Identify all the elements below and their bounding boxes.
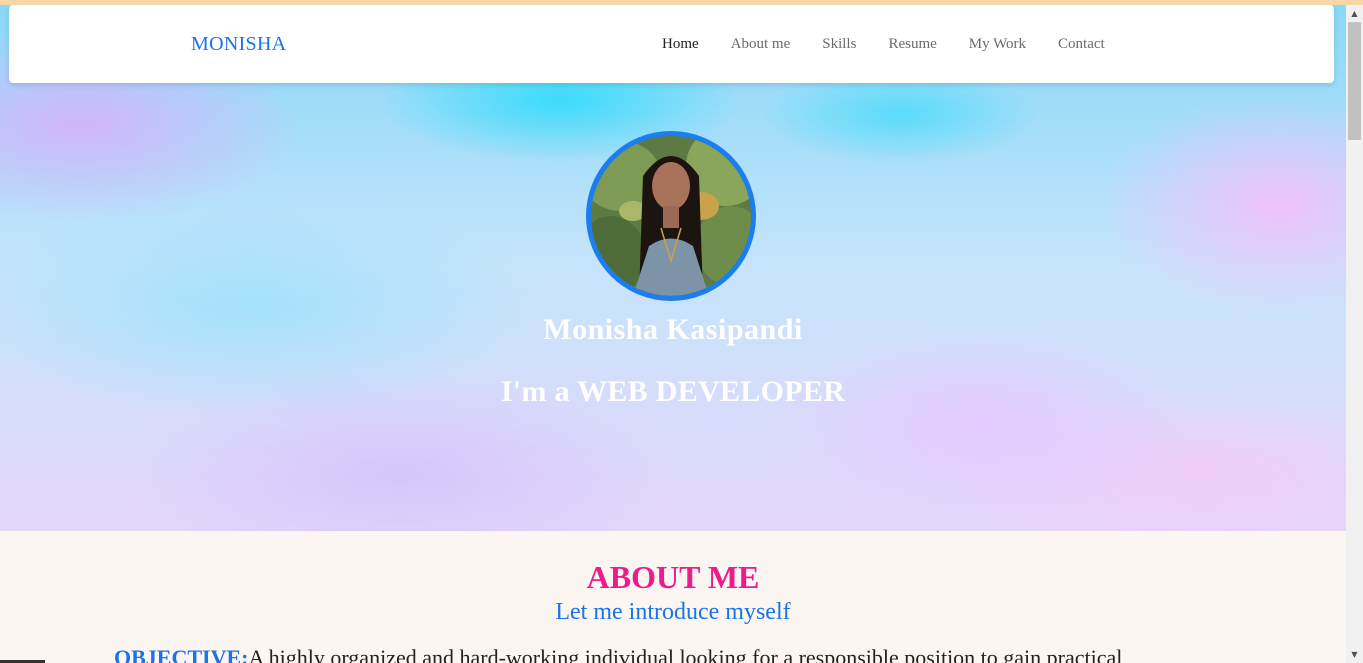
navbar: MONISHA Home About me Skills Resume My W…	[9, 5, 1334, 83]
nav-link-about-me[interactable]: About me	[731, 36, 791, 52]
profile-photo-icon	[591, 136, 751, 296]
hero-role: I'm a WEB DEVELOPER	[500, 375, 846, 408]
page: Monisha Kasipandi I'm a WEB DEVELOPER MO…	[0, 5, 1346, 663]
nav-links: Home About me Skills Resume My Work Cont…	[662, 35, 1137, 53]
hero-section: Monisha Kasipandi I'm a WEB DEVELOPER	[0, 5, 1346, 531]
hero-name: Monisha Kasipandi	[543, 313, 803, 346]
objective-paragraph: OBJECTIVE:A highly organized and hard-wo…	[114, 645, 1234, 663]
about-title: ABOUT ME	[586, 559, 760, 595]
about-subtitle: Let me introduce myself	[555, 599, 791, 625]
avatar	[586, 131, 756, 301]
scrollbar-thumb[interactable]	[1348, 22, 1361, 140]
objective-text: A highly organized and hard-working indi…	[248, 645, 1123, 663]
brand-logo-link[interactable]: MONISHA	[191, 33, 286, 56]
nav-link-skills[interactable]: Skills	[822, 36, 856, 52]
nav-link-my-work[interactable]: My Work	[969, 36, 1026, 52]
scroll-up-arrow-icon[interactable]: ▲	[1346, 5, 1363, 22]
about-section: ABOUT ME Let me introduce myself OBJECTI…	[0, 531, 1346, 663]
nav-link-resume[interactable]: Resume	[888, 36, 936, 52]
scroll-down-arrow-icon[interactable]: ▼	[1346, 646, 1363, 663]
nav-link-contact[interactable]: Contact	[1058, 36, 1105, 52]
vertical-scrollbar[interactable]: ▲ ▼	[1346, 5, 1363, 663]
nav-link-home[interactable]: Home	[662, 36, 699, 52]
objective-label: OBJECTIVE:	[114, 645, 249, 663]
